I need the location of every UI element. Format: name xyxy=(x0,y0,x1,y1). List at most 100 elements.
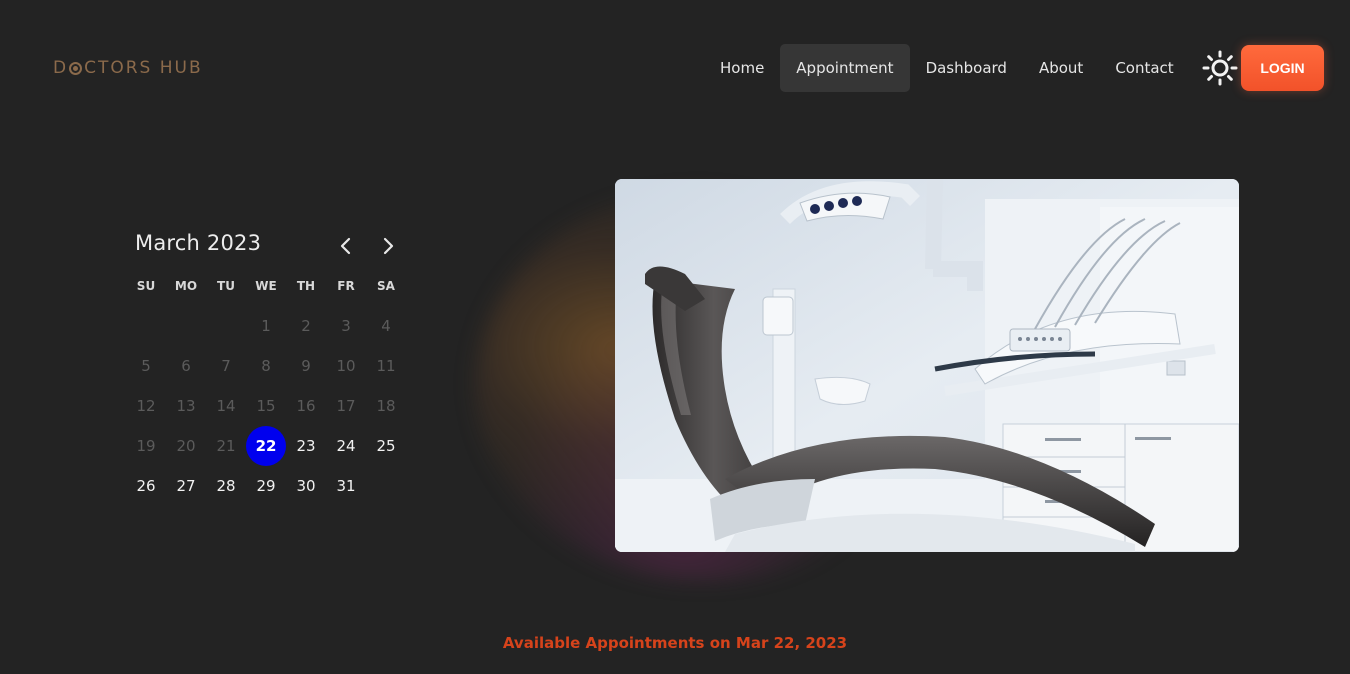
calendar-day[interactable]: 25 xyxy=(366,426,406,466)
sun-icon xyxy=(1202,50,1238,86)
calendar-day: 15 xyxy=(246,386,286,426)
date-picker-calendar: March 2023 SU MO TU WE TH FR SA 12345678… xyxy=(126,226,406,506)
appointment-page: D CTORS HUB Home Appointment Dashboard A… xyxy=(0,0,1350,674)
calendar-day-number: 6 xyxy=(181,357,191,375)
chevron-right-icon xyxy=(383,237,394,255)
calendar-day: 12 xyxy=(126,386,166,426)
nav-item-label: Dashboard xyxy=(925,59,1007,77)
theme-toggle-button[interactable] xyxy=(1202,50,1238,86)
calendar-blank-cell xyxy=(166,306,206,346)
calendar-grid: SU MO TU WE TH FR SA 1 2 3 4 5 6 7 8 9 10 11 12 13 14… xyxy=(126,266,406,506)
logo-text-start: D xyxy=(53,58,69,78)
calendar-day[interactable]: 26 xyxy=(126,466,166,506)
weekday-label: TU xyxy=(217,279,235,293)
calendar-day: 13 xyxy=(166,386,206,426)
calendar-day: 16 xyxy=(286,386,326,426)
calendar-blank-cell xyxy=(206,306,246,346)
weekday-label: SU xyxy=(136,279,156,293)
calendar-day-number: 2 xyxy=(301,317,311,335)
calendar-day-number: 3 xyxy=(341,317,351,335)
calendar-day-number: 24 xyxy=(336,437,356,455)
nav-item-label: Home xyxy=(720,59,765,77)
calendar-day[interactable]: 29 xyxy=(246,466,286,506)
calendar-day-number: 12 xyxy=(136,397,156,415)
nav-item-label: About xyxy=(1038,59,1084,77)
calendar-day[interactable]: 28 xyxy=(206,466,246,506)
weekday-label: MO xyxy=(174,279,198,293)
calendar-day: 21 xyxy=(206,426,246,466)
calendar-day: 20 xyxy=(166,426,206,466)
calendar-day-number: 18 xyxy=(376,397,396,415)
weekday-label: FR xyxy=(337,279,355,293)
calendar-day[interactable]: 31 xyxy=(326,466,366,506)
login-button[interactable]: LOGIN xyxy=(1241,45,1324,91)
calendar-day-number: 4 xyxy=(381,317,391,335)
calendar-day-number: 13 xyxy=(176,397,196,415)
weekday-label: TH xyxy=(296,279,316,293)
calendar-day-number: 16 xyxy=(296,397,316,415)
calendar-day-number: 14 xyxy=(216,397,236,415)
calendar-day-number: 10 xyxy=(336,357,356,375)
calendar-day[interactable]: 24 xyxy=(326,426,366,466)
calendar-day: 11 xyxy=(366,346,406,386)
calendar-day: 7 xyxy=(206,346,246,386)
calendar-day: 10 xyxy=(326,346,366,386)
chevron-left-icon xyxy=(340,237,351,255)
calendar-day-number: 19 xyxy=(136,437,156,455)
calendar-day: 9 xyxy=(286,346,326,386)
calendar-day: 6 xyxy=(166,346,206,386)
calendar-day: 5 xyxy=(126,346,166,386)
nav-item-label: Appointment xyxy=(796,59,894,77)
calendar-day: 8 xyxy=(246,346,286,386)
calendar-day-number: 29 xyxy=(256,477,276,495)
main-nav: Home Appointment Dashboard About Contact xyxy=(704,44,1190,92)
calendar-month-label: March 2023 xyxy=(135,231,262,255)
calendar-day-number: 1 xyxy=(261,317,271,335)
calendar-day-number: 31 xyxy=(336,477,356,495)
calendar-day[interactable]: 27 xyxy=(166,466,206,506)
calendar-day: 4 xyxy=(366,306,406,346)
calendar-day-number: 22 xyxy=(246,426,286,466)
logo-text-end: CTORS HUB xyxy=(84,58,203,78)
calendar-day-number: 23 xyxy=(296,437,316,455)
dental-clinic-illustration xyxy=(615,179,1239,552)
nav-item-appointment[interactable]: Appointment xyxy=(780,44,910,92)
nav-item-dashboard[interactable]: Dashboard xyxy=(910,44,1023,92)
calendar-day-number: 7 xyxy=(221,357,231,375)
nav-item-contact[interactable]: Contact xyxy=(1099,44,1189,92)
calendar-day: 17 xyxy=(326,386,366,426)
nav-item-label: Contact xyxy=(1115,59,1174,77)
calendar-day: 1 xyxy=(246,306,286,346)
weekday-label: SA xyxy=(377,279,395,293)
calendar-day[interactable]: 30 xyxy=(286,466,326,506)
brand-logo[interactable]: D CTORS HUB xyxy=(53,58,203,78)
calendar-day-selected[interactable]: 22 xyxy=(246,426,286,466)
calendar-day-number: 9 xyxy=(301,357,311,375)
weekday-label: WE xyxy=(255,279,277,293)
calendar-blank-cell xyxy=(126,306,166,346)
calendar-day: 3 xyxy=(326,306,366,346)
previous-month-button[interactable] xyxy=(332,232,360,260)
calendar-day-number: 30 xyxy=(296,477,316,495)
calendar-day-number: 20 xyxy=(176,437,196,455)
available-appointments-heading: Available Appointments on Mar 22, 2023 xyxy=(502,634,848,652)
calendar-day-number: 27 xyxy=(176,477,196,495)
nav-item-about[interactable]: About xyxy=(1023,44,1099,92)
logo-stethoscope-icon xyxy=(69,61,83,75)
calendar-day: 2 xyxy=(286,306,326,346)
calendar-day: 14 xyxy=(206,386,246,426)
calendar-day[interactable]: 23 xyxy=(286,426,326,466)
calendar-day-number: 11 xyxy=(376,357,396,375)
nav-item-home[interactable]: Home xyxy=(704,44,780,92)
calendar-day-number: 8 xyxy=(261,357,271,375)
calendar-day: 19 xyxy=(126,426,166,466)
next-month-button[interactable] xyxy=(374,232,402,260)
calendar-day-number: 26 xyxy=(136,477,156,495)
calendar-header: March 2023 xyxy=(126,226,406,266)
calendar-day: 18 xyxy=(366,386,406,426)
calendar-day-number: 5 xyxy=(141,357,151,375)
dental-chair-image xyxy=(615,179,1239,552)
calendar-day-number: 28 xyxy=(216,477,236,495)
calendar-day-number: 21 xyxy=(216,437,236,455)
calendar-day-number: 25 xyxy=(376,437,396,455)
